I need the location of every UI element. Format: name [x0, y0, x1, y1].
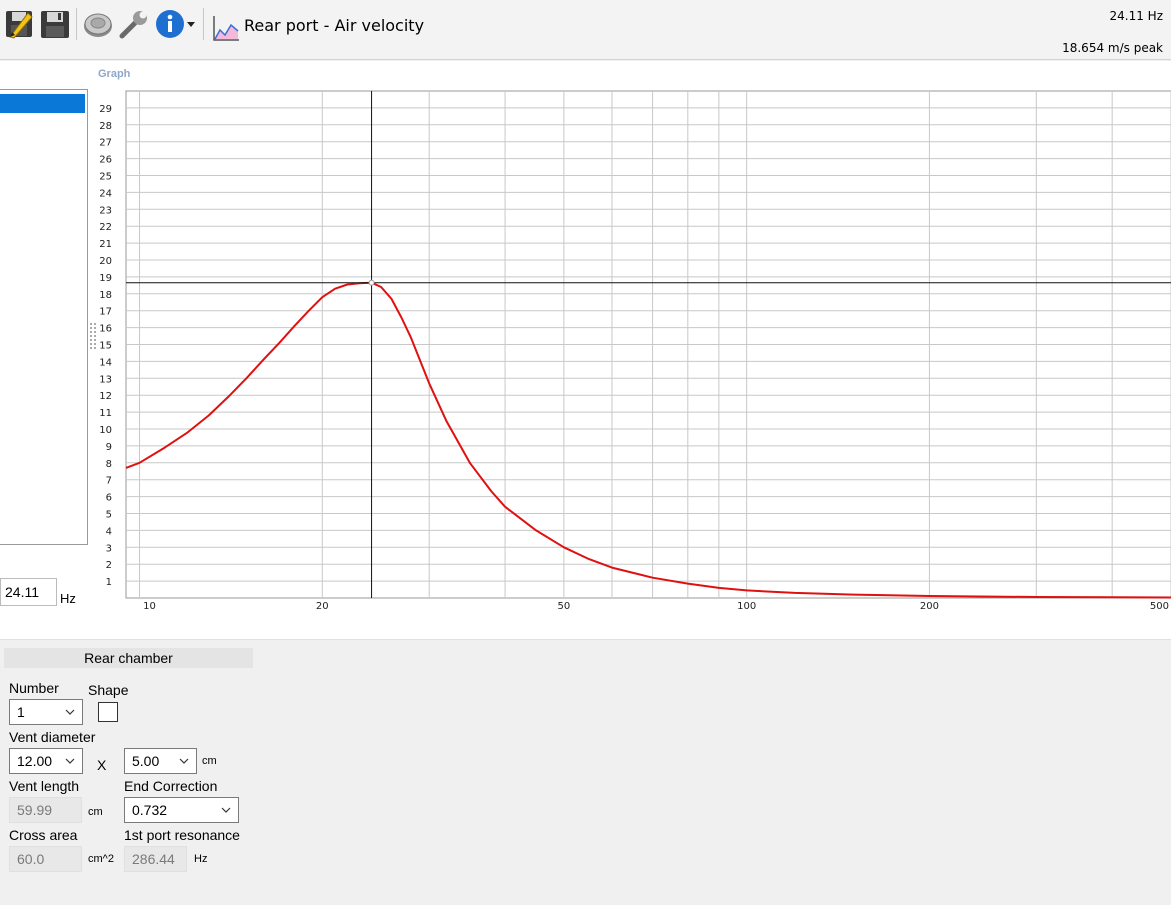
y-tick-label: 19	[99, 273, 112, 284]
series-list-selected-item[interactable]	[0, 94, 85, 113]
port-resonance-label: 1st port resonance	[124, 827, 240, 843]
y-tick-label: 1	[106, 577, 112, 588]
x-tick-label: 200	[920, 601, 939, 612]
shape-selector[interactable]	[98, 702, 118, 722]
number-select-value: 1	[17, 704, 25, 720]
speaker-icon[interactable]	[82, 6, 114, 42]
graph-icon	[210, 10, 242, 46]
chevron-down-icon	[221, 807, 231, 813]
y-tick-label: 18	[99, 290, 112, 301]
frequency-unit: Hz	[60, 591, 76, 606]
dimension-x-label: X	[97, 757, 107, 773]
y-tick-label: 11	[99, 408, 112, 419]
x-tick-label: 20	[316, 601, 329, 612]
end-correction-label: End Correction	[124, 778, 218, 794]
y-tick-label: 2	[106, 560, 112, 571]
chevron-down-icon	[65, 758, 75, 764]
series-list[interactable]	[0, 89, 88, 545]
y-tick-label: 21	[99, 239, 112, 250]
y-tick-label: 24	[99, 188, 112, 199]
end-correction-value: 0.732	[132, 802, 168, 818]
toolbar: Rear port - Air velocity 24.11 Hz 18.654…	[0, 0, 1171, 60]
chevron-down-icon	[179, 758, 189, 764]
number-label: Number	[9, 680, 59, 696]
graph-label: Graph	[98, 68, 131, 80]
y-tick-label: 13	[99, 374, 112, 385]
vent-length-label: Vent length	[9, 778, 80, 794]
wrench-icon[interactable]	[118, 6, 150, 42]
toolbar-title: Rear port - Air velocity	[244, 16, 425, 35]
y-tick-label: 8	[106, 459, 112, 470]
y-tick-label: 22	[99, 222, 112, 233]
y-tick-label: 6	[106, 493, 112, 504]
frequency-input[interactable]: 24.11	[0, 578, 57, 606]
y-tick-label: 9	[106, 442, 112, 453]
y-tick-label: 29	[99, 104, 112, 115]
y-tick-label: 17	[99, 307, 112, 318]
y-tick-label: 20	[99, 256, 112, 267]
vent-diameter-select[interactable]: 12.00	[9, 748, 83, 774]
y-tick-label: 28	[99, 121, 112, 132]
toolbar-separator	[76, 8, 77, 40]
cross-area-unit: cm^2	[88, 853, 114, 865]
end-correction-select[interactable]: 0.732	[124, 797, 239, 823]
y-tick-label: 15	[99, 341, 112, 352]
dropdown-arrow-icon[interactable]	[184, 6, 198, 42]
y-tick-label: 16	[99, 324, 112, 335]
cursor-frequency-readout: 24.11 Hz	[1109, 9, 1164, 23]
y-tick-label: 12	[99, 391, 112, 402]
vent-diameter-value: 12.00	[17, 753, 53, 769]
vent-second-dimension-value: 5.00	[132, 753, 160, 769]
info-icon[interactable]	[154, 6, 186, 42]
number-select[interactable]: 1	[9, 699, 83, 725]
y-tick-label: 7	[106, 476, 112, 487]
cursor-marker	[368, 279, 375, 286]
shape-label: Shape	[88, 682, 129, 698]
y-tick-label: 23	[99, 205, 112, 216]
save-icon[interactable]	[39, 6, 71, 42]
vent-length-field: 59.99	[9, 797, 82, 823]
edit-save-icon[interactable]	[4, 6, 36, 42]
cross-area-field: 60.0	[9, 846, 82, 872]
rear-chamber-panel: Rear chamber Number Shape 1 Vent diamete…	[0, 639, 1171, 905]
y-tick-label: 3	[106, 543, 112, 554]
y-tick-label: 5	[106, 510, 112, 521]
port-resonance-unit: Hz	[194, 853, 208, 865]
vent-second-dimension-select[interactable]: 5.00	[124, 748, 197, 774]
y-tick-label: 10	[99, 425, 112, 436]
air-velocity-chart[interactable]: 1234567891011121314151617181920212223242…	[0, 61, 1171, 639]
graph-area: 1 2 3 4 5 6 7 8 9 10 11 12 13 14 15 16 17 18 19 20 21 22 23 24 2…	[0, 61, 1171, 639]
port-resonance-field: 286.44	[124, 846, 187, 872]
y-tick-label: 27	[99, 138, 112, 149]
x-tick-label: 100	[737, 601, 756, 612]
splitter-grip[interactable]	[90, 323, 96, 349]
y-tick-label: 26	[99, 155, 112, 166]
vent-dimension-unit: cm	[202, 755, 217, 767]
x-tick-label: 10	[143, 601, 156, 612]
x-tick-label: 500	[1150, 601, 1169, 612]
cursor-value-readout: 18.654 m/s peak	[1062, 41, 1163, 55]
y-tick-label: 14	[99, 357, 112, 368]
vent-length-unit: cm	[88, 806, 103, 818]
x-tick-label: 50	[558, 601, 571, 612]
section-title: Rear chamber	[4, 648, 253, 668]
toolbar-separator	[203, 8, 204, 40]
y-tick-label: 4	[106, 526, 112, 537]
vent-diameter-label: Vent diameter	[9, 729, 96, 745]
chevron-down-icon	[65, 709, 75, 715]
y-tick-label: 25	[99, 172, 112, 183]
cross-area-label: Cross area	[9, 827, 78, 843]
